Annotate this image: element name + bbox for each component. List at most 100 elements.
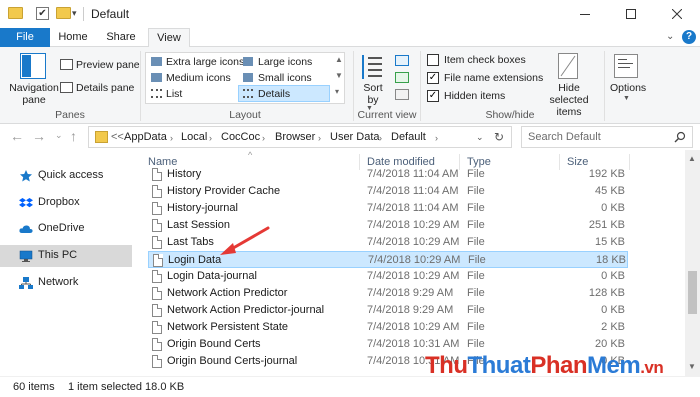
- recent-locations-icon[interactable]: ⌄: [55, 130, 63, 141]
- file-name-extensions-checkbox[interactable]: ✓: [427, 72, 439, 84]
- add-columns-icon[interactable]: [395, 72, 409, 83]
- file-list: ^ Name Date modified Type Size History 7…: [140, 150, 685, 376]
- close-button[interactable]: [654, 0, 700, 28]
- nav-item-quick-access[interactable]: Quick access: [0, 165, 132, 187]
- medium-icons-icon: [151, 73, 162, 82]
- maximize-button[interactable]: [608, 0, 654, 28]
- nav-item-network[interactable]: Network: [0, 272, 132, 294]
- scroll-down-icon[interactable]: ▼: [688, 362, 696, 371]
- up-arrow-icon[interactable]: ↑: [70, 128, 77, 144]
- file-date: 7/4/2018 10:29 AM: [367, 236, 460, 248]
- preview-pane-icon: [60, 59, 73, 70]
- scroll-up-icon[interactable]: ▲: [688, 154, 696, 163]
- file-date: 7/4/2018 10:29 AM: [367, 270, 460, 282]
- title-bar: ✔ ▾ Default: [0, 0, 700, 28]
- breadcrumb-local[interactable]: Local: [181, 131, 207, 143]
- navigation-pane: Quick access Dropbox OneDrive This PC Ne…: [0, 150, 140, 376]
- breadcrumb-separator-icon[interactable]: ›: [318, 133, 321, 143]
- table-row[interactable]: Network Persistent State 7/4/2018 10:29 …: [148, 319, 628, 336]
- table-row[interactable]: Network Action Predictor-journal 7/4/201…: [148, 302, 628, 319]
- item-check-boxes-checkbox[interactable]: [427, 54, 439, 66]
- breadcrumb-separator-icon[interactable]: ›: [435, 133, 438, 143]
- nav-item-dropbox[interactable]: Dropbox: [0, 192, 132, 214]
- properties-icon[interactable]: ✔: [36, 7, 49, 20]
- new-folder-icon[interactable]: [56, 7, 71, 19]
- forward-arrow-icon[interactable]: →: [32, 128, 46, 144]
- breadcrumb-separator-icon[interactable]: ›: [379, 133, 382, 143]
- back-arrow-icon[interactable]: ←: [10, 128, 24, 144]
- preview-pane-button[interactable]: Preview pane: [76, 59, 140, 71]
- nav-item-onedrive[interactable]: OneDrive: [0, 218, 132, 240]
- file-size: 128 KB: [588, 287, 625, 299]
- refresh-icon[interactable]: ↻: [494, 130, 504, 144]
- navigation-pane-button[interactable]: Navigation pane: [8, 82, 60, 106]
- layout-more-icon[interactable]: ▾: [335, 87, 339, 96]
- breadcrumb-default[interactable]: Default: [391, 131, 426, 143]
- annotation-arrow-icon: [220, 226, 270, 255]
- file-type: File: [467, 185, 485, 197]
- search-box[interactable]: Search Default: [521, 126, 693, 148]
- layout-small-icons[interactable]: Small icons: [258, 72, 312, 84]
- tab-home[interactable]: Home: [52, 28, 94, 47]
- tab-view[interactable]: View: [148, 28, 190, 48]
- file-icon: [152, 202, 162, 215]
- breadcrumb-separator-icon[interactable]: ›: [262, 133, 265, 143]
- layout-details[interactable]: Details: [258, 88, 290, 100]
- nav-item-this-pc[interactable]: This PC: [0, 245, 132, 267]
- sort-by-button[interactable]: Sort by: [361, 82, 385, 106]
- sort-ascending-icon: ^: [248, 150, 253, 160]
- hidden-items-checkbox[interactable]: ✓: [427, 90, 439, 102]
- current-view-group-label: Current view: [357, 109, 417, 121]
- layout-scroll-down-icon[interactable]: ▼: [335, 71, 343, 80]
- layout-list[interactable]: List: [166, 88, 182, 100]
- address-dropdown-icon[interactable]: ⌄: [476, 132, 484, 143]
- tab-share[interactable]: Share: [100, 28, 142, 47]
- details-pane-button[interactable]: Details pane: [76, 82, 134, 94]
- table-row[interactable]: Login Data-journal 7/4/2018 10:29 AM Fil…: [148, 268, 628, 285]
- table-row[interactable]: History 7/4/2018 11:04 AM File 192 KB: [148, 166, 628, 183]
- table-row[interactable]: History Provider Cache 7/4/2018 11:04 AM…: [148, 183, 628, 200]
- layout-medium-icons[interactable]: Medium icons: [166, 72, 231, 84]
- breadcrumb-coccoc[interactable]: CocCoc: [221, 131, 260, 143]
- breadcrumb-browser[interactable]: Browser: [275, 131, 315, 143]
- navigation-pane-icon[interactable]: [20, 53, 46, 79]
- breadcrumb-separator-icon[interactable]: ›: [170, 133, 173, 143]
- table-row[interactable]: Network Action Predictor 7/4/2018 9:29 A…: [148, 285, 628, 302]
- file-size: 0 KB: [601, 270, 625, 282]
- options-button[interactable]: Options: [610, 82, 646, 94]
- breadcrumb-user-data[interactable]: User Data: [330, 131, 380, 143]
- vertical-scrollbar[interactable]: ▲ ▼: [685, 150, 700, 376]
- layout-scroll-up-icon[interactable]: ▲: [335, 55, 343, 64]
- file-icon: [152, 236, 162, 249]
- hide-selected-items-button[interactable]: Hide selected items: [538, 82, 600, 118]
- address-bar[interactable]: << AppData › Local › CocCoc › Browser › …: [88, 126, 512, 148]
- file-type: File: [467, 236, 485, 248]
- group-by-icon[interactable]: [395, 55, 409, 66]
- breadcrumb-separator-icon[interactable]: ›: [209, 133, 212, 143]
- file-size: 251 KB: [588, 219, 625, 231]
- breadcrumb-appdata[interactable]: AppData: [124, 131, 167, 143]
- file-name: History Provider Cache: [167, 185, 281, 197]
- dropbox-icon: [19, 198, 33, 208]
- file-name: Network Action Predictor: [167, 287, 288, 299]
- file-icon: [152, 185, 162, 198]
- table-row[interactable]: Origin Bound Certs 7/4/2018 10:31 AM Fil…: [148, 336, 628, 353]
- file-size: 45 KB: [595, 185, 625, 197]
- minimize-button[interactable]: [562, 0, 608, 28]
- breadcrumb-overflow[interactable]: <<: [111, 131, 124, 143]
- tab-file[interactable]: File: [0, 28, 50, 47]
- scrollbar-thumb[interactable]: [688, 271, 697, 314]
- file-type: File: [467, 219, 485, 231]
- layout-large-icons[interactable]: Large icons: [258, 56, 312, 68]
- file-type: File: [467, 270, 485, 282]
- table-row[interactable]: History-journal 7/4/2018 11:04 AM File 0…: [148, 200, 628, 217]
- size-columns-icon[interactable]: [395, 89, 409, 100]
- watermark-logo: ThuThuatPhanMem.vn: [425, 352, 664, 379]
- help-icon[interactable]: ?: [682, 30, 696, 44]
- file-date: 7/4/2018 10:31 AM: [367, 338, 460, 350]
- file-name: Origin Bound Certs-journal: [167, 355, 298, 367]
- collapse-ribbon-icon[interactable]: ⌄: [666, 31, 674, 42]
- search-input[interactable]: Search Default: [528, 131, 601, 143]
- customize-toolbar-icon[interactable]: ▾: [72, 8, 77, 19]
- layout-extra-large-icons[interactable]: Extra large icons: [166, 56, 244, 68]
